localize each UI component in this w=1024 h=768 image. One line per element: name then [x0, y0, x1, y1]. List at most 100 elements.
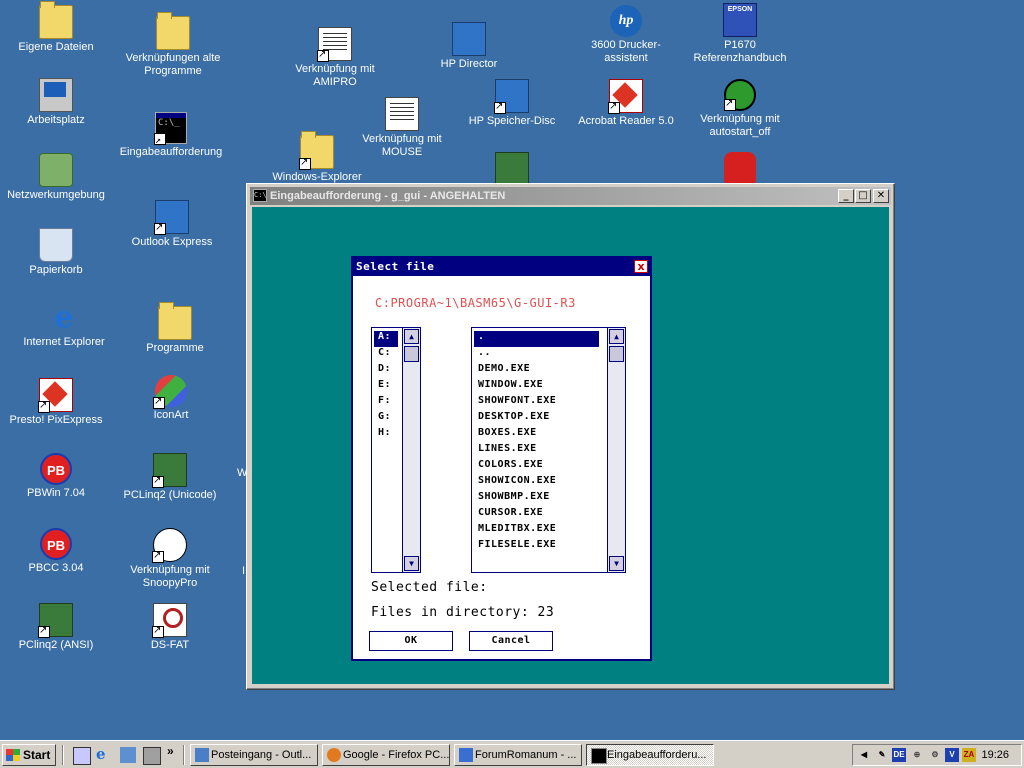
- desktop-icon-hp-director[interactable]: HP Director: [414, 22, 524, 71]
- antivirus-icon[interactable]: V: [945, 748, 959, 762]
- folder-documents-icon: [39, 1, 73, 39]
- internet-explorer-icon: e: [54, 300, 74, 335]
- console-titlebar[interactable]: C:\ Eingabeaufforderung - g_gui - ANGEHA…: [250, 187, 891, 205]
- desktop-icon-iconart[interactable]: IconArt: [116, 375, 226, 422]
- desktop-icon-acrobat-reader[interactable]: Acrobat Reader 5.0: [571, 79, 681, 128]
- scroll-thumb[interactable]: [404, 346, 419, 362]
- taskbar-separator: [62, 745, 64, 765]
- file-item[interactable]: DESKTOP.EXE: [474, 411, 599, 427]
- folder-icon: [156, 12, 190, 50]
- monitor-quicklaunch-icon[interactable]: [143, 747, 161, 765]
- network-icon: [39, 153, 73, 187]
- shortcut-arrow-icon: [152, 624, 164, 638]
- desktop-icon-presto-pixexpress[interactable]: Presto! PixExpress: [1, 378, 111, 427]
- drive-item[interactable]: C:: [374, 347, 398, 363]
- zonealarm-icon[interactable]: ZA: [962, 748, 976, 762]
- desktop-icon-outlook-express[interactable]: Outlook Express: [117, 200, 227, 249]
- file-item[interactable]: SHOWICON.EXE: [474, 475, 599, 491]
- desktop-icon-label: Presto! PixExpress: [9, 414, 103, 426]
- dialog-close-button[interactable]: x: [634, 260, 648, 273]
- desktop-icon-amipro[interactable]: Verknüpfung mit AMIPRO: [280, 27, 390, 89]
- outlook-quicklaunch-icon[interactable]: [120, 747, 136, 763]
- connection-icon[interactable]: ✎: [875, 748, 889, 762]
- desktop-icon-eigene-dateien[interactable]: Eigene Dateien: [1, 1, 111, 54]
- close-button[interactable]: ✕: [873, 189, 889, 203]
- desktop-icon-ds-fat[interactable]: DS-FAT: [115, 603, 225, 652]
- desktop-icon-p1670[interactable]: EPSON P1670 Referenzhandbuch: [685, 3, 795, 65]
- minimize-button[interactable]: _: [838, 189, 854, 203]
- file-list[interactable]: ... DEMO.EXE WINDOW.EXE SHOWFONT.EXE DESKTOP…: [471, 327, 626, 573]
- desktop-icon-pbcc[interactable]: PB PBCC 3.04: [1, 528, 111, 575]
- file-item[interactable]: DEMO.EXE: [474, 363, 599, 379]
- scroll-up-arrow-icon[interactable]: ▲: [404, 329, 419, 344]
- ok-button[interactable]: OK: [369, 631, 453, 651]
- drive-item[interactable]: F:: [374, 395, 398, 411]
- show-desktop-icon[interactable]: [73, 747, 91, 765]
- drive-item[interactable]: H:: [374, 427, 398, 443]
- clock[interactable]: 19:26: [981, 745, 1009, 765]
- desktop-icon-mouse[interactable]: Verknüpfung mit MOUSE: [347, 97, 457, 159]
- settings-tray-icon[interactable]: ⚙: [928, 748, 942, 762]
- volume-icon[interactable]: ◀: [857, 748, 871, 762]
- task-label: ForumRomanum - ...: [475, 749, 577, 761]
- desktop-icon-verknuepfungen-alte-programme[interactable]: Verknüpfungen alte Programme: [118, 12, 228, 78]
- drive-scrollbar[interactable]: ▲ ▼: [402, 328, 420, 572]
- task-firefox[interactable]: Google - Firefox PC...: [322, 744, 450, 766]
- desktop-icon-snoopypro[interactable]: Verknüpfung mit SnoopyPro: [115, 528, 225, 590]
- desktop-icon-pclinq2-unicode[interactable]: PCLinq2 (Unicode): [115, 453, 225, 502]
- desktop-icon-programme[interactable]: Programme: [120, 302, 230, 355]
- file-item[interactable]: CURSOR.EXE: [474, 507, 599, 523]
- drive-item[interactable]: A:: [374, 331, 398, 347]
- scroll-up-arrow-icon[interactable]: ▲: [609, 329, 624, 344]
- task-posteingang[interactable]: Posteingang - Outl...: [190, 744, 318, 766]
- desktop-icon-label: 3600 Drucker-assistent: [591, 39, 661, 64]
- desktop-icon-autostart-off[interactable]: Verknüpfung mit autostart_off: [685, 79, 795, 139]
- desktop-icon-partial-phone[interactable]: [685, 152, 795, 186]
- file-item[interactable]: COLORS.EXE: [474, 459, 599, 475]
- desktop-icon-hp-speicher-disc[interactable]: HP Speicher-Disc: [457, 79, 567, 128]
- drive-list[interactable]: A: C: D: E: F: G: H: ▲ ▼: [371, 327, 421, 573]
- desktop-icon-eingabeaufforderung[interactable]: C:\_ Eingabeaufforderung: [116, 112, 226, 159]
- document-icon: [385, 97, 419, 131]
- console-app-icon[interactable]: C:\: [253, 189, 267, 202]
- file-item[interactable]: ..: [474, 347, 599, 363]
- file-item[interactable]: SHOWBMP.EXE: [474, 491, 599, 507]
- desktop-icon-label: Verknüpfung mit AMIPRO: [295, 63, 375, 88]
- file-item[interactable]: .: [474, 331, 599, 347]
- desktop-icon-pclinq2-ansi[interactable]: PClinq2 (ANSI): [1, 603, 111, 652]
- file-item[interactable]: BOXES.EXE: [474, 427, 599, 443]
- file-item[interactable]: WINDOW.EXE: [474, 379, 599, 395]
- drive-item[interactable]: E:: [374, 379, 398, 395]
- file-scrollbar[interactable]: ▲ ▼: [607, 328, 625, 572]
- maximize-button[interactable]: □: [855, 189, 871, 203]
- desktop-icon-label: Verknüpfungen alte Programme: [125, 52, 221, 77]
- drive-item[interactable]: G:: [374, 411, 398, 427]
- desktop-icon-hp-3600[interactable]: hp 3600 Drucker-assistent: [571, 5, 681, 65]
- desktop-icon-label: Eigene Dateien: [18, 41, 94, 53]
- cancel-button[interactable]: Cancel: [469, 631, 553, 651]
- desktop-icon-internet-explorer[interactable]: e Internet Explorer: [9, 302, 119, 349]
- scroll-thumb[interactable]: [609, 346, 624, 362]
- pb-icon: PB: [40, 528, 72, 560]
- file-item[interactable]: FILESELE.EXE: [474, 539, 599, 555]
- desktop-icon-pbwin[interactable]: PB PBWin 7.04: [1, 453, 111, 500]
- language-indicator[interactable]: DE: [892, 748, 906, 762]
- network-tray-icon[interactable]: ⊕: [910, 748, 924, 762]
- desktop-icon-arbeitsplatz[interactable]: Arbeitsplatz: [1, 78, 111, 127]
- desktop-icon-label: PClinq2 (ANSI): [18, 639, 94, 651]
- internet-explorer-quicklaunch-icon[interactable]: e: [96, 747, 112, 763]
- quicklaunch-more-icon[interactable]: »: [167, 744, 183, 760]
- task-forumromanum[interactable]: ForumRomanum - ...: [454, 744, 582, 766]
- file-item[interactable]: LINES.EXE: [474, 443, 599, 459]
- start-button[interactable]: Start: [2, 744, 56, 766]
- file-item[interactable]: SHOWFONT.EXE: [474, 395, 599, 411]
- drive-item[interactable]: D:: [374, 363, 398, 379]
- pclinq-icon: [152, 453, 187, 488]
- task-eingabeaufforderung[interactable]: Eingabeaufforderu...: [586, 744, 714, 766]
- scroll-down-arrow-icon[interactable]: ▼: [609, 556, 624, 571]
- autostart-icon: [724, 79, 756, 111]
- file-item[interactable]: MLEDITBX.EXE: [474, 523, 599, 539]
- scroll-down-arrow-icon[interactable]: ▼: [404, 556, 419, 571]
- desktop-icon-netzwerkumgebung[interactable]: Netzwerkumgebung: [1, 153, 111, 202]
- desktop-icon-papierkorb[interactable]: Papierkorb: [1, 228, 111, 277]
